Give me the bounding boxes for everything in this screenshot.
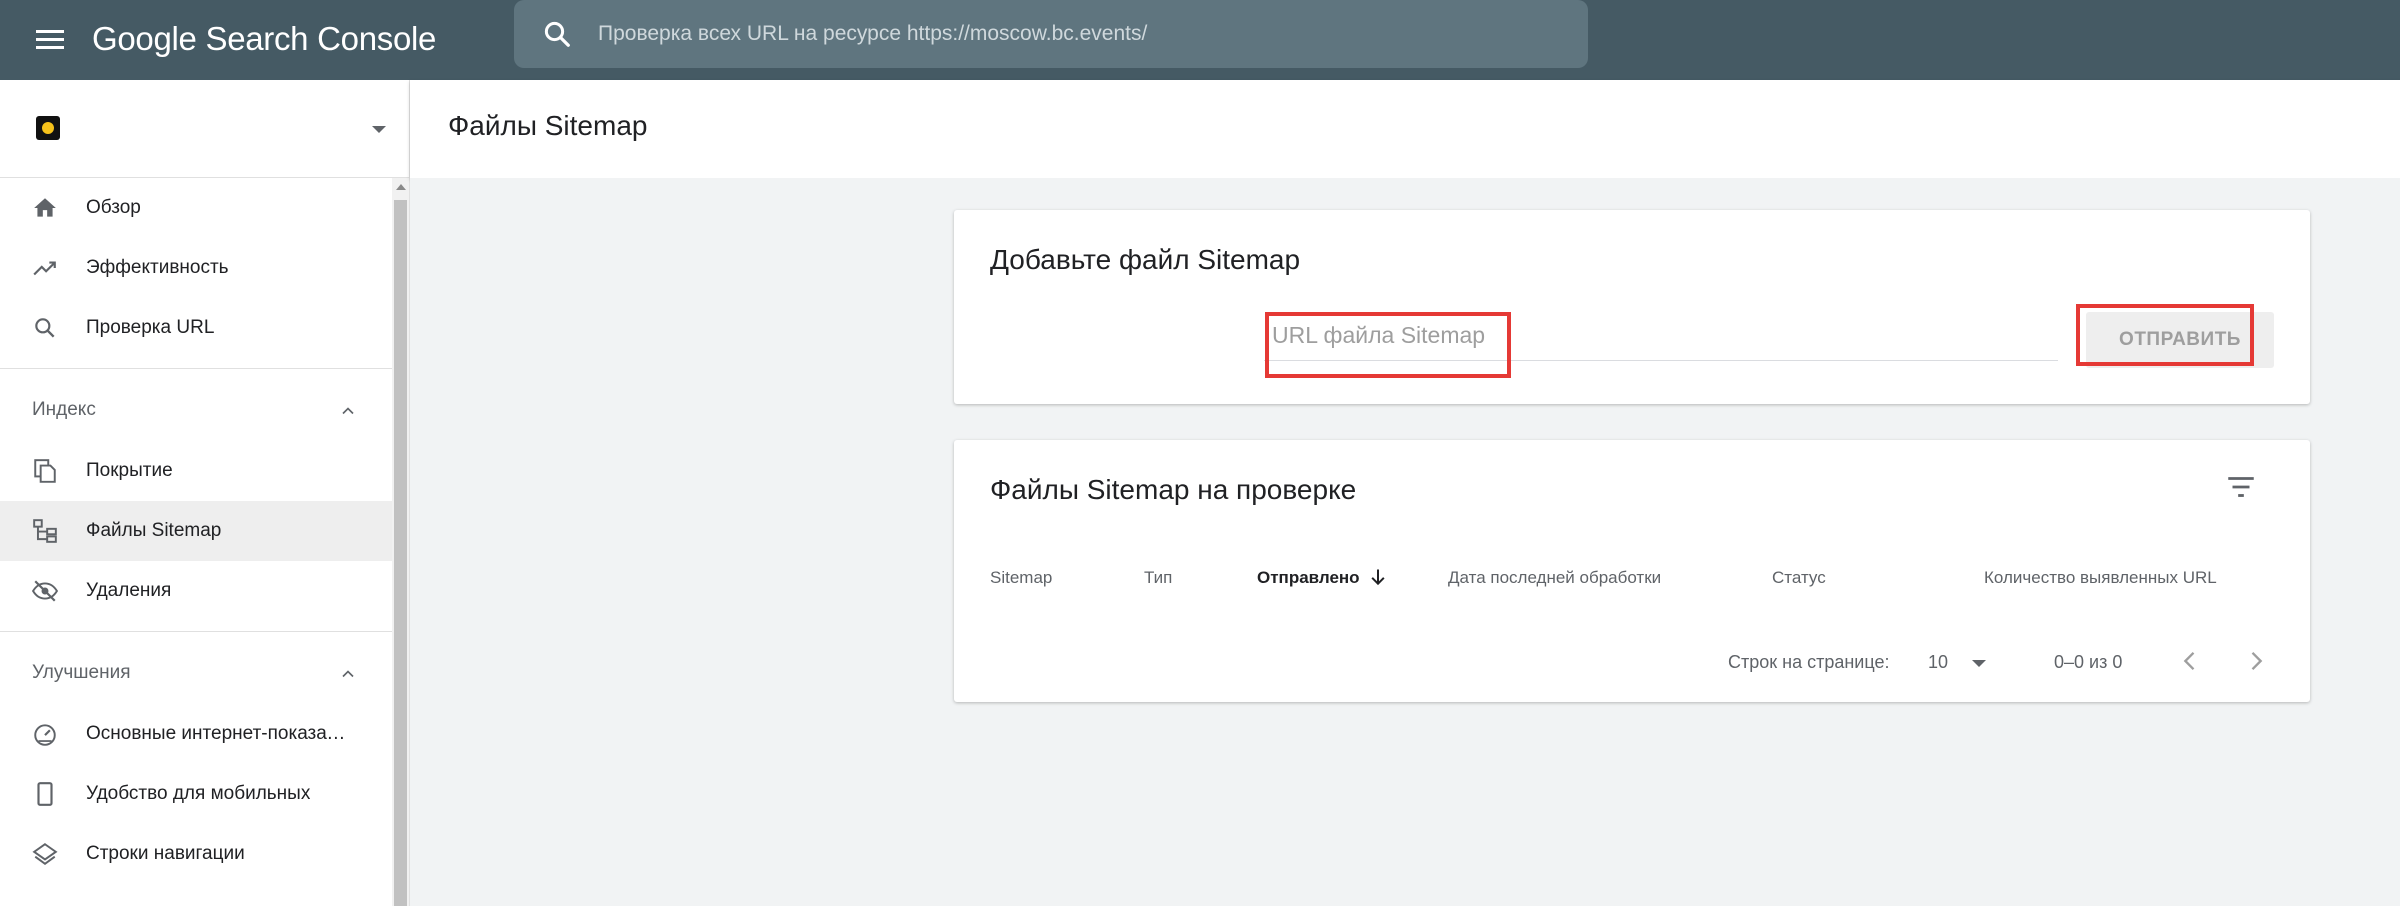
search-icon xyxy=(544,21,570,47)
chevron-left-icon[interactable] xyxy=(2176,646,2204,676)
speed-gauge-icon xyxy=(34,724,56,746)
property-favicon-icon xyxy=(36,116,60,140)
chevron-right-icon[interactable] xyxy=(2242,646,2270,676)
sidebar-item-coverage[interactable]: Покрытие xyxy=(0,441,392,501)
sidebar-item-sitemaps[interactable]: Файлы Sitemap xyxy=(0,501,392,561)
search-icon xyxy=(35,318,55,338)
section-label: Индекс xyxy=(32,399,96,420)
sidebar-item-overview[interactable]: Обзор xyxy=(0,178,392,238)
page-title: Файлы Sitemap xyxy=(448,110,648,141)
sidebar-item-removals[interactable]: Удаления xyxy=(0,561,392,621)
sidebar-nav: Обзор Эффективность Проверка URL Индекс xyxy=(0,178,392,884)
sidebar-item-label: Обзор xyxy=(86,197,141,218)
chevron-up-icon xyxy=(342,407,354,415)
sidebar-item-label: Проверка URL xyxy=(86,317,215,338)
sitemap-url-input[interactable] xyxy=(1264,312,2058,358)
filter-list-icon[interactable] xyxy=(2224,470,2258,504)
add-sitemap-card: Добавьте файл Sitemap ОТПРАВИТЬ xyxy=(954,210,2310,404)
column-header-last-read[interactable]: Дата последней обработки xyxy=(1448,568,1661,588)
search-input[interactable] xyxy=(598,0,1558,68)
top-app-bar: Google Search Console xyxy=(0,0,2400,80)
chevron-down-icon xyxy=(372,126,386,133)
visibility-off-icon xyxy=(32,580,58,602)
sidebar-item-performance[interactable]: Эффективность xyxy=(0,238,392,298)
sidebar-item-breadcrumbs[interactable]: Строки навигации xyxy=(0,824,392,884)
layers-icon xyxy=(32,843,58,865)
sidebar-scrollbar[interactable] xyxy=(392,178,409,906)
sidebar-item-label: Покрытие xyxy=(86,460,173,481)
rows-per-page-select[interactable]: 10 xyxy=(1928,646,1998,678)
property-selector[interactable] xyxy=(0,80,410,178)
sidebar-section-enhancements[interactable]: Улучшения xyxy=(0,642,392,704)
sitemap-icon xyxy=(33,519,57,543)
submit-button[interactable]: ОТПРАВИТЬ xyxy=(2086,312,2274,368)
sidebar-item-url-inspection[interactable]: Проверка URL xyxy=(0,298,392,358)
rows-per-page-value: 10 xyxy=(1928,652,1949,672)
app-logo[interactable]: Google Search Console xyxy=(92,14,436,64)
column-header-type[interactable]: Тип xyxy=(1144,568,1172,588)
main-content: Добавьте файл Sitemap ОТПРАВИТЬ Файлы Si… xyxy=(410,178,2400,906)
input-underline xyxy=(1264,360,2058,361)
hamburger-menu-icon[interactable] xyxy=(32,22,68,58)
scroll-up-arrow-icon[interactable] xyxy=(396,184,406,190)
url-inspection-search[interactable] xyxy=(514,0,1588,68)
column-header-sitemap[interactable]: Sitemap xyxy=(990,568,1052,588)
sidebar: Обзор Эффективность Проверка URL Индекс xyxy=(0,80,410,906)
home-icon xyxy=(34,198,56,217)
card-title: Файлы Sitemap на проверке xyxy=(990,474,1357,505)
sidebar-divider xyxy=(0,368,392,369)
sidebar-item-label: Основные интернет-показатели xyxy=(86,723,348,744)
column-header-submitted[interactable]: Отправлено xyxy=(1257,568,1360,588)
page-header: Файлы Sitemap xyxy=(410,80,2400,178)
arrow-down-icon[interactable] xyxy=(1368,566,1388,588)
trending-up-icon xyxy=(33,261,56,276)
chevron-up-icon xyxy=(342,670,354,678)
card-title: Добавьте файл Sitemap xyxy=(990,244,1301,275)
sidebar-item-label: Файлы Sitemap xyxy=(86,520,222,541)
section-label: Улучшения xyxy=(32,662,131,683)
rows-per-page-label: Строк на странице: xyxy=(1728,652,1890,672)
scrollbar-thumb[interactable] xyxy=(394,200,407,906)
pages-icon xyxy=(34,459,56,483)
smartphone-icon xyxy=(37,782,53,806)
sidebar-divider xyxy=(0,631,392,632)
sidebar-item-label: Строки навигации xyxy=(86,843,245,864)
sidebar-item-label: Удобство для мобильных xyxy=(86,783,311,804)
chevron-down-icon xyxy=(1972,660,1986,667)
sidebar-item-core-web-vitals[interactable]: Основные интернет-показатели xyxy=(0,704,392,764)
sidebar-item-label: Удаления xyxy=(86,580,172,601)
sidebar-section-index[interactable]: Индекс xyxy=(0,379,392,441)
column-header-status[interactable]: Статус xyxy=(1772,568,1826,588)
sidebar-item-mobile-usability[interactable]: Удобство для мобильных xyxy=(0,764,392,824)
pagination-range: 0–0 из 0 xyxy=(2054,652,2123,672)
submitted-sitemaps-card: Файлы Sitemap на проверке Sitemap Тип От… xyxy=(954,440,2310,702)
sidebar-item-label: Эффективность xyxy=(86,257,229,278)
column-header-discovered-urls[interactable]: Количество выявленных URL xyxy=(1984,568,2217,588)
